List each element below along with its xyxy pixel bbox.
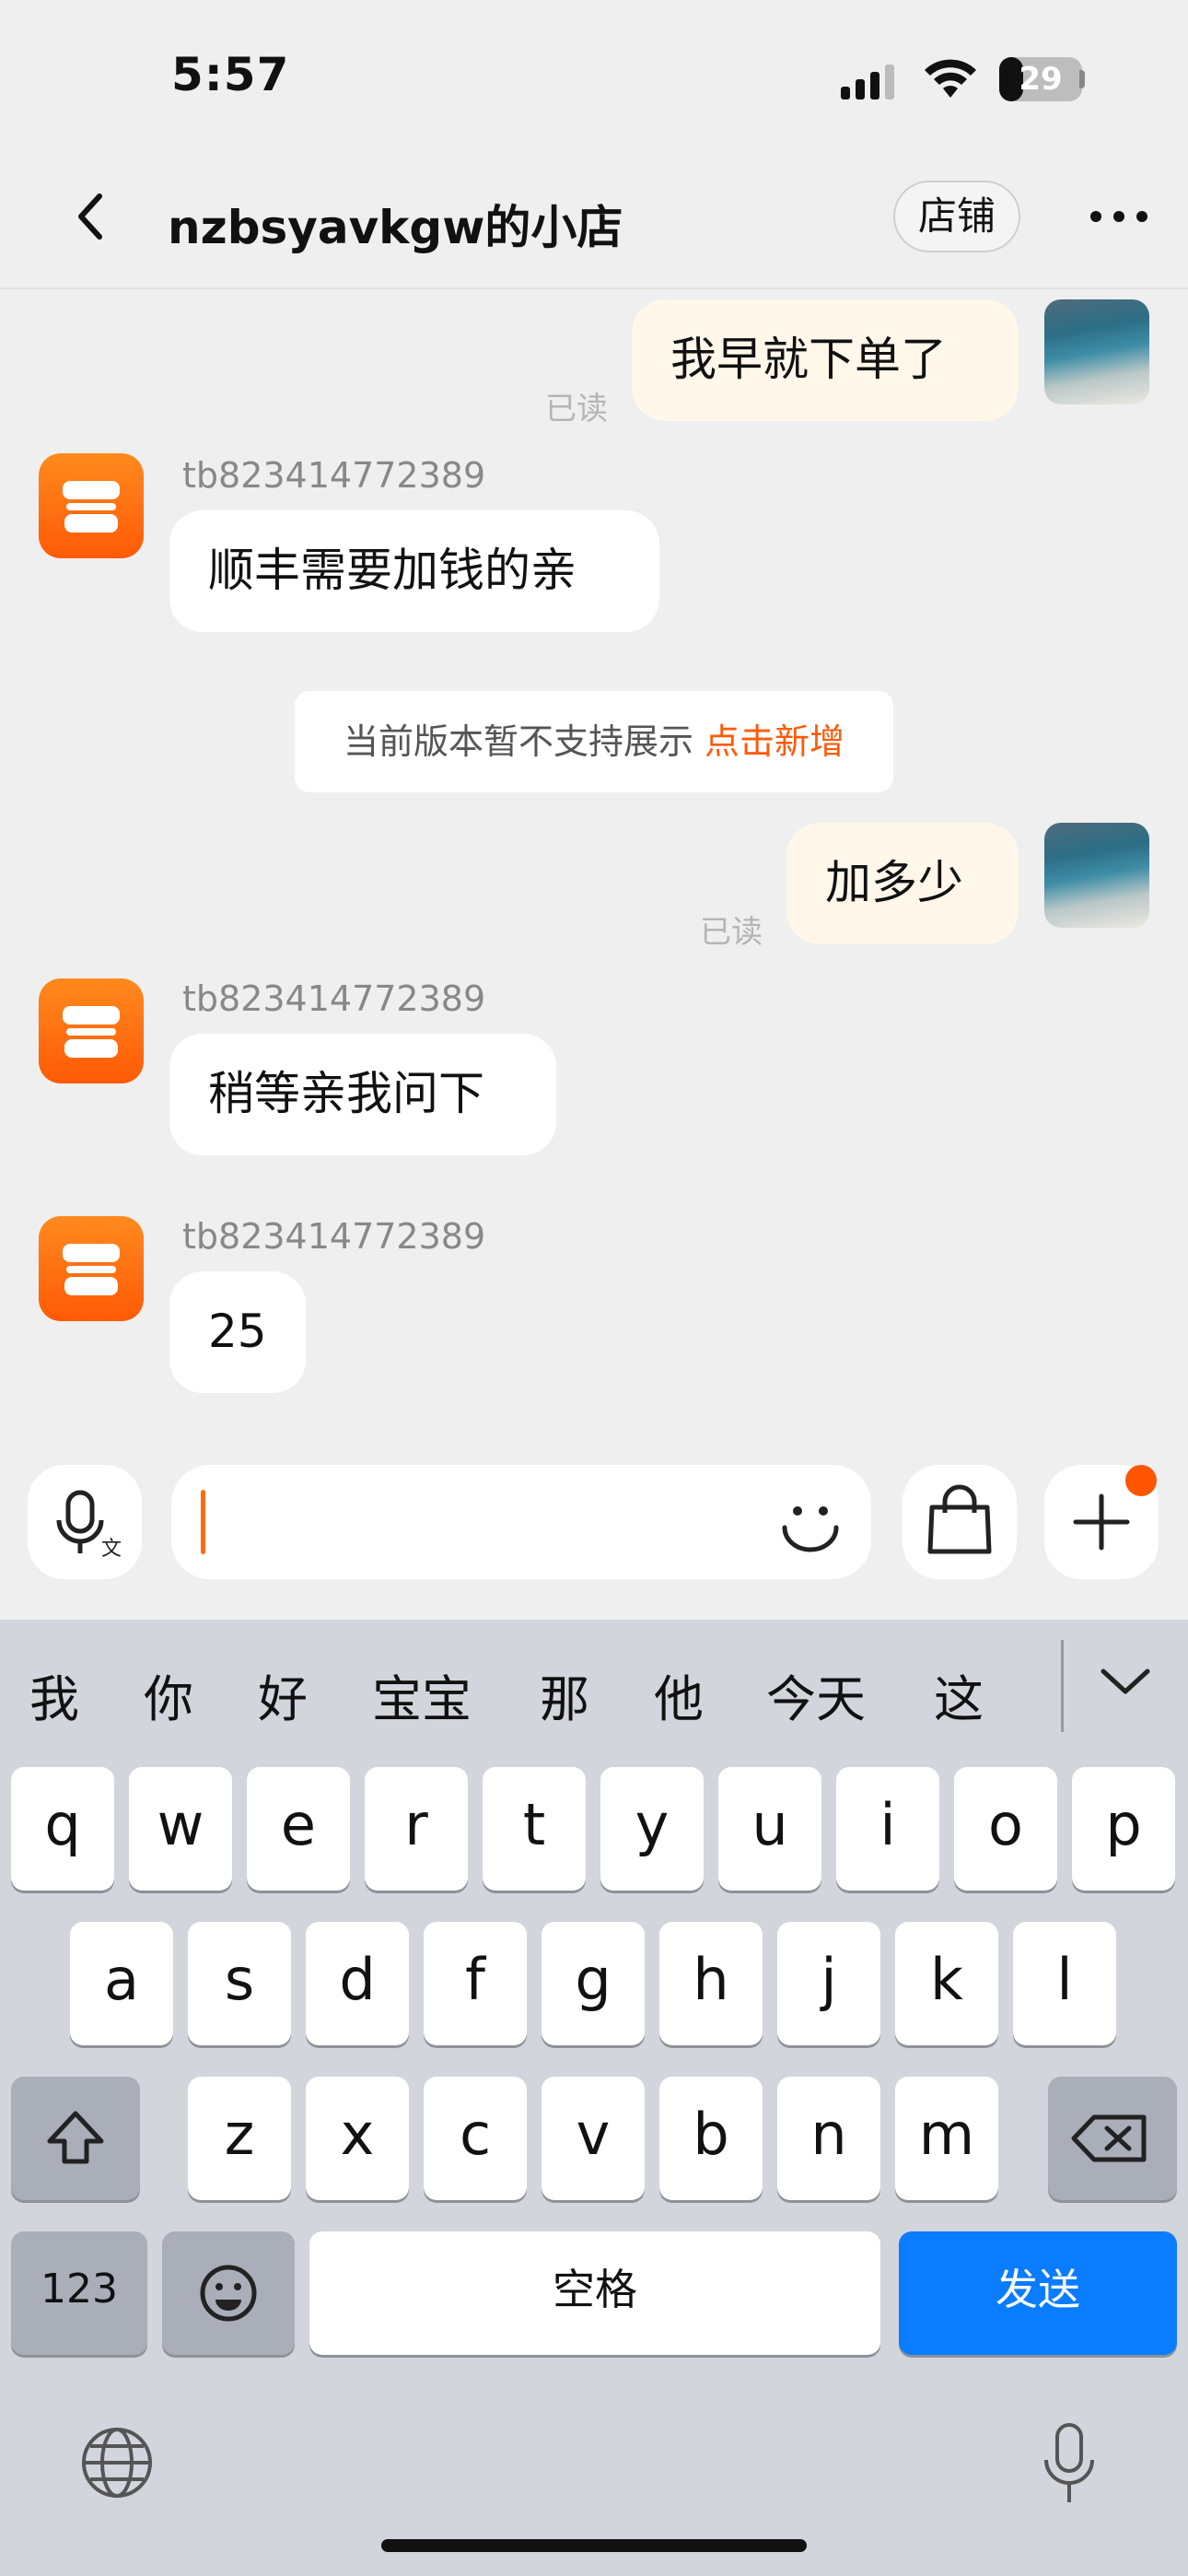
key-w[interactable]: w [129, 1767, 232, 1891]
notification-dot [1125, 1465, 1157, 1496]
shift-arrow-icon [47, 2111, 104, 2164]
read-receipt: 已读 [545, 391, 608, 427]
key-c[interactable]: c [424, 2077, 527, 2200]
shift-key[interactable] [11, 2077, 140, 2200]
my-avatar[interactable] [1044, 299, 1149, 404]
shop-avatar[interactable] [39, 1216, 144, 1321]
key-q[interactable]: q [11, 1767, 114, 1891]
key-e[interactable]: e [247, 1767, 350, 1891]
storefront-icon [63, 1244, 120, 1295]
home-indicator [381, 2539, 807, 2552]
shop-title: nzbsyavkgw的小店 [168, 201, 623, 254]
key-x[interactable]: x [306, 2077, 409, 2200]
battery-cap [1079, 70, 1085, 88]
key-j[interactable]: j [777, 1922, 880, 2045]
emoji-key[interactable] [162, 2231, 295, 2355]
key-h[interactable]: h [659, 1922, 763, 2045]
key-s[interactable]: s [188, 1922, 291, 2045]
key-t[interactable]: t [483, 1767, 586, 1891]
text-cursor [201, 1490, 205, 1554]
my-message-bubble[interactable]: 我早就下单了 [632, 299, 1019, 421]
storefront-icon [63, 1006, 120, 1058]
emoji-face-icon [200, 2265, 257, 2322]
message-input[interactable] [171, 1465, 871, 1579]
more-options-icon[interactable] [1087, 189, 1151, 244]
cellular-signal-icon [841, 64, 900, 100]
back-arrow-icon[interactable] [66, 189, 122, 244]
key-n[interactable]: n [777, 2077, 880, 2200]
my-message-bubble[interactable]: 加多少 [786, 823, 1019, 944]
emoji-icon[interactable] [774, 1485, 847, 1559]
key-b[interactable]: b [659, 2077, 763, 2200]
candidate-divider [1061, 1640, 1064, 1732]
sender-name: tb823414772389 [182, 455, 486, 496]
add-new-link[interactable]: 点击新增 [705, 721, 844, 762]
backspace-icon [1071, 2114, 1147, 2162]
candidate-word[interactable]: 宝宝 [372, 1658, 472, 1731]
wifi-icon [925, 59, 976, 98]
key-d[interactable]: d [306, 1922, 409, 2045]
space-key[interactable]: 空格 [309, 2231, 880, 2355]
microphone-translate-icon: 文 [56, 1490, 122, 1561]
candidate-word[interactable]: 你 [144, 1658, 193, 1731]
shop-avatar[interactable] [39, 978, 144, 1083]
candidate-word[interactable]: 那 [540, 1658, 589, 1731]
key-y[interactable]: y [600, 1767, 704, 1891]
product-bag-button[interactable] [903, 1465, 1017, 1579]
candidate-word[interactable]: 我 [29, 1658, 79, 1731]
key-i[interactable]: i [836, 1767, 939, 1891]
read-receipt: 已读 [700, 914, 763, 951]
key-l[interactable]: l [1013, 1922, 1116, 2045]
shop-message-bubble[interactable]: 稍等亲我问下 [169, 1034, 556, 1155]
key-g[interactable]: g [542, 1922, 645, 2045]
shopping-bag-icon [927, 1484, 992, 1554]
status-time: 5:57 [171, 48, 290, 101]
sender-name: tb823414772389 [182, 1216, 486, 1257]
send-key[interactable]: 发送 [899, 2231, 1177, 2355]
chevron-down-icon[interactable] [1096, 1658, 1155, 1704]
shop-message-bubble[interactable]: 顺丰需要加钱的亲 [169, 510, 659, 632]
battery-level-text: 29 [1019, 61, 1063, 98]
shop-message-bubble[interactable]: 25 [169, 1271, 306, 1393]
svg-text:文: 文 [101, 1538, 122, 1561]
shop-avatar[interactable] [39, 453, 144, 558]
my-avatar[interactable] [1044, 823, 1149, 928]
key-o[interactable]: o [954, 1767, 1057, 1891]
key-p[interactable]: p [1072, 1767, 1175, 1891]
candidate-word[interactable]: 今天 [766, 1658, 866, 1731]
key-z[interactable]: z [188, 2077, 291, 2200]
numbers-key[interactable]: 123 [11, 2231, 147, 2355]
delete-key[interactable] [1048, 2077, 1177, 2200]
nav-divider [0, 287, 1188, 289]
key-f[interactable]: f [424, 1922, 527, 2045]
unsupported-message-notice: 当前版本暂不支持展示 点击新增 [295, 691, 893, 792]
voice-to-text-button[interactable]: 文 [28, 1465, 142, 1579]
candidate-word[interactable]: 好 [258, 1658, 308, 1731]
key-v[interactable]: v [542, 2077, 645, 2200]
candidate-word[interactable]: 他 [654, 1658, 704, 1731]
battery-icon: 29 [999, 57, 1082, 101]
shop-button[interactable]: 店铺 [893, 181, 1020, 252]
key-k[interactable]: k [895, 1922, 998, 2045]
sender-name: tb823414772389 [182, 978, 486, 1019]
key-r[interactable]: r [365, 1767, 468, 1891]
candidate-word[interactable]: 这 [934, 1658, 984, 1731]
dictation-mic-icon[interactable] [1037, 2419, 1101, 2508]
globe-icon[interactable] [77, 2423, 157, 2502]
key-a[interactable]: a [70, 1922, 173, 2045]
storefront-icon [63, 481, 120, 533]
key-u[interactable]: u [718, 1767, 821, 1891]
notice-text: 当前版本暂不支持展示 [343, 721, 705, 762]
key-m[interactable]: m [895, 2077, 998, 2200]
